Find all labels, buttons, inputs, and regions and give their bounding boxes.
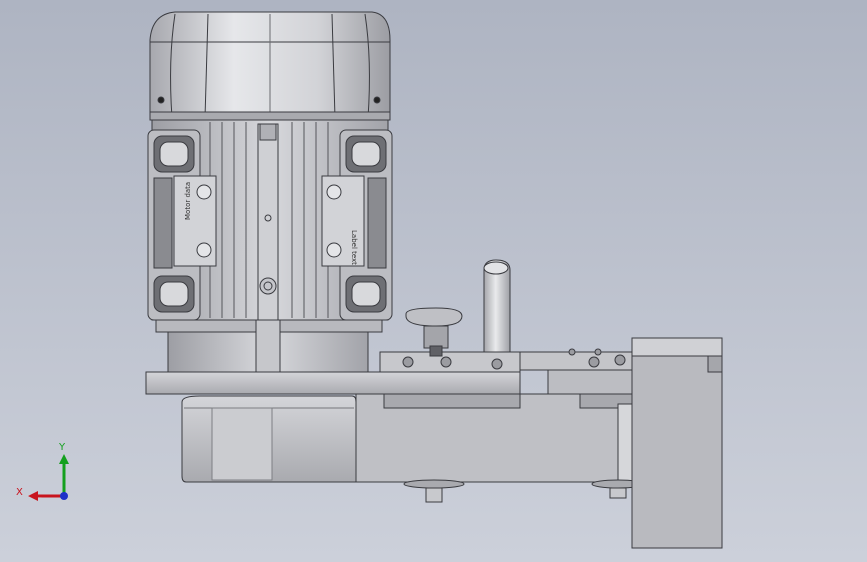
triad-graphic — [28, 454, 69, 501]
coordinate-triad: Y X — [10, 440, 80, 510]
gearmotor-assembly-model[interactable]: Motor data Label text — [0, 0, 867, 562]
y-axis-arrowhead — [59, 454, 69, 464]
cad-viewport[interactable]: Motor data Label text Y X — [0, 0, 867, 562]
terminal-label-left: Motor data — [184, 182, 192, 220]
motor-flange — [155, 319, 383, 373]
z-axis-dot — [60, 492, 68, 500]
terminal-label-right: Label text — [350, 230, 358, 265]
motor-fan-cover — [149, 11, 391, 121]
adjustment-knob — [405, 259, 511, 357]
x-axis-label: X — [16, 487, 23, 498]
belt-housing — [181, 393, 651, 503]
y-axis-label: Y — [59, 442, 66, 453]
x-axis-arrowhead — [28, 491, 38, 501]
side-mount-plate — [631, 337, 723, 549]
